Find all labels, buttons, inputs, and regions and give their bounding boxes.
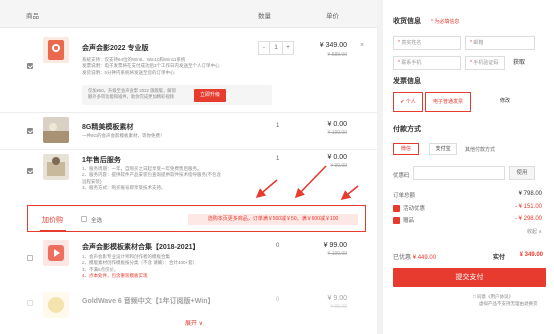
upgrade-button[interactable]: 立即升级 <box>194 89 226 102</box>
saved-amount: ¥ 449.00 <box>412 255 437 261</box>
item-desc-line: 发票说明：电子发票将在支付成功后3个工作日内发送至个人订单中心 <box>82 63 220 69</box>
item-checkbox[interactable] <box>27 255 33 261</box>
item-checkbox[interactable] <box>27 63 33 69</box>
quantity-value: 0 <box>276 297 280 303</box>
code-field[interactable]: * 手机验证码 <box>465 56 505 70</box>
pay-wechat[interactable]: 微信 <box>393 143 419 155</box>
item-title[interactable]: GoldWave 6 音频中文【1年订阅版+Win】 <box>82 296 215 306</box>
col-product: 商品 <box>26 13 39 20</box>
item-old-price: ¥ 588.00 <box>327 52 347 58</box>
cart: 商品 数量 单价 会声会影2022 专业版 系统支持：仅支持64位的Win8、W… <box>0 0 377 334</box>
pay-alipay[interactable]: 支付宝 <box>429 143 457 155</box>
item-title[interactable]: 8G精美模板素材 <box>82 122 133 132</box>
total-row: 已优惠 ¥ 449.00 实付 ¥ 349.00 <box>393 252 545 261</box>
select-all-checkbox[interactable] <box>81 216 87 222</box>
plus-button[interactable]: + <box>283 42 293 54</box>
activity-discount-label: 活动优惠 <box>393 204 425 213</box>
activity-icon <box>393 205 400 213</box>
cart-item: 8G精美模板素材 一共8G的会声会影模板素材，等你免费！ 1 ¥ 0.00 ¥ … <box>0 113 377 149</box>
col-price: 单价 <box>326 13 339 20</box>
product-thumbnail[interactable] <box>43 240 69 266</box>
item-title[interactable]: 会声会影模板素材合集【2018-2021】 <box>82 242 199 252</box>
actual-amount: ¥ 349.00 <box>519 252 543 258</box>
minus-button[interactable]: - <box>259 42 269 54</box>
gift-icon <box>393 217 400 225</box>
item-old-price: ¥ 199.00 <box>327 251 347 257</box>
invoice-personal[interactable]: ✔ 个人 <box>393 92 423 112</box>
submit-payment-button[interactable]: 提交支付 <box>393 268 546 287</box>
item-title[interactable]: 会声会影2022 专业版 <box>82 43 149 53</box>
receiver-title: 收货信息 <box>393 18 421 25</box>
tab-indicator <box>40 230 66 232</box>
checkout-panel: 收货信息 * 为必填信息 * 真实姓名 * 邮箱 * 联系手机 * 手机验证码 … <box>383 0 554 334</box>
select-all-label[interactable]: 全选 <box>91 216 102 224</box>
phone-field[interactable]: * 联系手机 <box>393 56 461 70</box>
col-quantity: 数量 <box>258 13 271 20</box>
invoice-title: 发票信息 <box>393 78 421 85</box>
discount-promo-banner: 选购本页更多商品，订单满￥500减￥50，满￥600减￥100 <box>188 214 358 225</box>
upgrade-promo: 仅加¥50，升级至会声会影 2022 旗舰版，解锁 额外多项功能和插件，助你完成… <box>82 85 272 105</box>
item-price: ¥ 0.00 <box>327 154 347 161</box>
product-thumbnail[interactable] <box>43 117 69 143</box>
item-price: ¥ 99.00 <box>323 242 347 249</box>
agreement-checkbox[interactable]: □ 同意《用户协议》 <box>473 294 513 300</box>
quantity-value[interactable]: 1 <box>269 42 283 54</box>
item-title[interactable]: 1年售后服务 <box>82 155 121 165</box>
tab-add-on-purchase[interactable]: 加价购 <box>42 215 63 225</box>
item-price: ¥ 0.00 <box>327 121 347 128</box>
order-amount: ¥ 798.00 <box>518 191 542 197</box>
item-desc-line: 3、服务方式：购买账号即享受技术支持。 <box>82 184 166 190</box>
item-old-price: ¥ 199.00 <box>327 130 347 136</box>
upgrade-promo-line: 额外多项功能和插件，助你完成更加精彩视频 <box>88 94 174 99</box>
coupon-button[interactable]: 使用 <box>509 166 535 180</box>
coupon-input[interactable] <box>413 166 505 180</box>
item-old-price: ¥ 99.00 <box>330 304 347 310</box>
required-note: * 为必填信息 <box>431 19 460 25</box>
item-desc-line: 发货说明：5分钟内系统将发送至您的订单中心 <box>82 69 175 75</box>
product-thumbnail[interactable] <box>43 292 69 318</box>
expand-link[interactable]: 展开 ∨ <box>185 318 203 327</box>
cart-item: 会声会影模板素材合集【2018-2021】 1、会声会影专业设计师和创作者的模板… <box>0 236 377 288</box>
cart-item: GoldWave 6 音频中文【1年订阅版+Win】 0 ¥ 9.00 ¥ 99… <box>0 290 377 320</box>
item-checkbox[interactable] <box>27 168 33 174</box>
item-price: ¥ 349.00 <box>319 42 347 49</box>
email-field[interactable]: * 邮箱 <box>465 36 535 50</box>
pay-other[interactable]: 其他付款方式 <box>465 146 495 153</box>
item-price: ¥ 9.00 <box>327 295 347 302</box>
item-old-price: ¥ 99.00 <box>330 163 347 169</box>
saved-label: 已优惠 <box>393 255 412 261</box>
gift-discount: - ¥ 298.00 <box>514 216 542 222</box>
get-code-button[interactable]: 获取 <box>505 56 533 70</box>
item-desc-line: 4、点本处件，包含重装模板实现 <box>82 272 148 278</box>
item-checkbox[interactable] <box>27 300 33 306</box>
quantity-value: 1 <box>276 123 280 129</box>
quantity-value: 0 <box>276 243 280 249</box>
coupon-label: 优惠码 <box>393 173 410 179</box>
actual-label: 实付 <box>492 255 505 261</box>
refund-note: 虚拟产品不支持无理由退换货 <box>479 301 538 306</box>
delete-icon[interactable]: × <box>360 42 364 49</box>
cart-header: 商品 数量 单价 <box>0 0 377 28</box>
payment-title: 付款方式 <box>393 126 421 133</box>
action-bar: 加价购 全选 选购本页更多商品，订单满￥500减￥50，满￥600减￥100 <box>27 205 366 232</box>
product-thumbnail[interactable] <box>43 154 69 180</box>
item-desc-line: 一共8G的会声会影模板素材，等你免费！ <box>82 133 165 138</box>
invoice-type[interactable]: 电子普通发票 <box>425 92 471 112</box>
quantity-value: 1 <box>276 156 280 162</box>
gift-label: 赠品 <box>393 216 414 225</box>
name-field[interactable]: * 真实姓名 <box>393 36 461 50</box>
product-thumbnail[interactable] <box>43 37 69 63</box>
item-checkbox[interactable] <box>27 128 33 134</box>
item-desc-line: 2、服务内容：提供软件产品安装包查询提供软件技术指导服务(不包含 <box>82 172 221 178</box>
invoice-edit[interactable]: 修改 <box>475 92 535 112</box>
cart-item: 1年售后服务 1、服务周期：一年，自购买之日起享受一年免费售后服务。 2、服务内… <box>0 150 377 200</box>
activity-discount: - ¥ 151.00 <box>514 204 542 210</box>
quantity-stepper[interactable]: - 1 + <box>258 41 294 55</box>
order-amount-label: 订单总额 <box>393 193 416 199</box>
item-desc-line: 2、模版素材创作模板按分类（不含 请确）：合计400+套） <box>82 260 198 266</box>
collapse-link[interactable]: 收起 ∧ <box>527 228 542 235</box>
